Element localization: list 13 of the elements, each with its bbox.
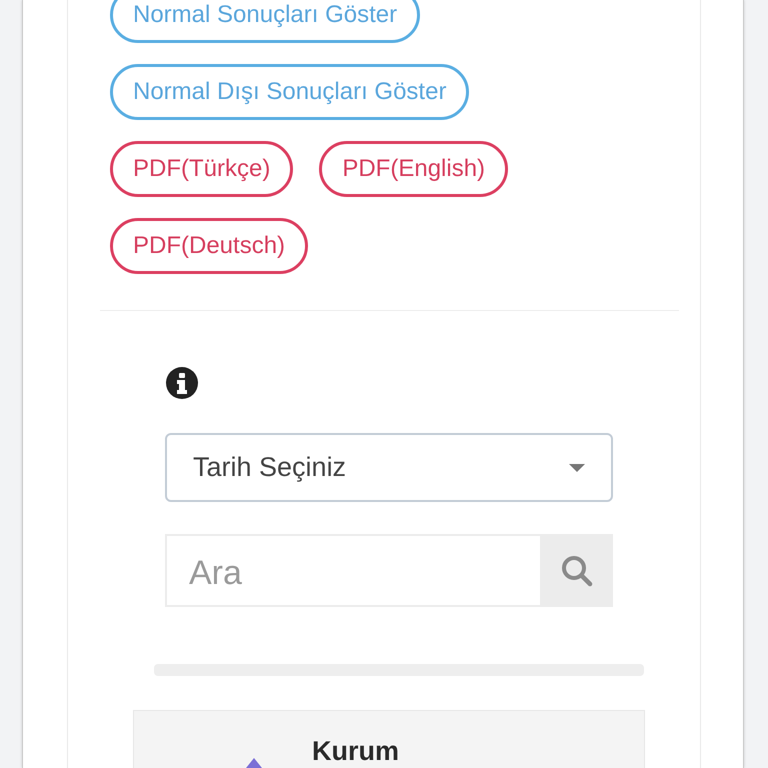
date-select[interactable]: Tarih Seçiniz xyxy=(165,433,613,502)
pdf-button[interactable]: PDF(Türkçe) xyxy=(110,141,294,197)
filter-button[interactable]: Normal Dışı Sonuçları Göster xyxy=(110,64,470,120)
pdf-button[interactable]: PDF(English) xyxy=(319,141,508,197)
triangle-icon xyxy=(246,758,262,768)
search-icon xyxy=(560,554,592,586)
filter-button[interactable]: Normal Sonuçları Göster xyxy=(110,0,420,43)
search-field[interactable]: Ara xyxy=(165,534,540,607)
info-icon[interactable] xyxy=(166,367,198,399)
search-button[interactable] xyxy=(540,534,613,607)
pdf-button[interactable]: PDF(Deutsch) xyxy=(110,218,308,274)
result-title: Kurum xyxy=(312,735,399,767)
caret-icon xyxy=(569,464,585,472)
